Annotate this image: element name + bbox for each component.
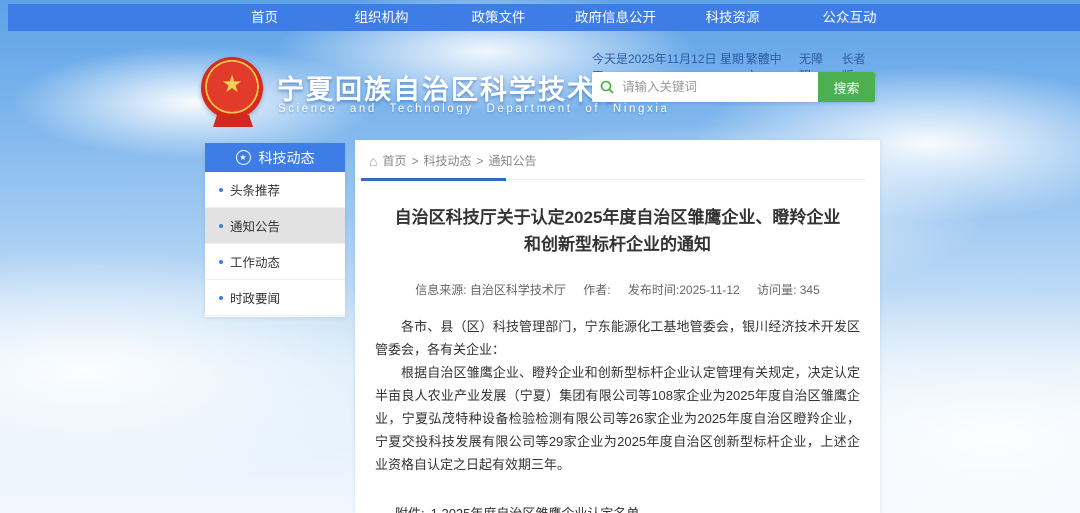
article-paragraph: 各市、县（区）科技管理部门，宁东能源化工基地管委会，银川经济技术开发区管委会，各… [375,315,860,361]
breadcrumb-notices[interactable]: 通知公告 [489,152,537,169]
breadcrumb-home[interactable]: 首页 [382,152,406,169]
attachments-list: 1.2025年度自治区雏鹰企业认定名单 2.2025年度自治区瞪羚企业认定名单 … [431,503,679,513]
breadcrumb-divider [355,178,866,181]
sidebar-item-label: 工作动态 [230,252,280,271]
bullet-dot-icon [219,296,223,300]
breadcrumb-separator: > [411,154,418,168]
article-meta: 信息来源: 自治区科学技术厅 作者: 发布时间:2025-11-12 访问量: … [355,281,880,298]
meta-publish-time: 发布时间:2025-11-12 [628,283,740,297]
sidebar-item-work-trends[interactable]: 工作动态 [205,244,345,280]
home-icon: ⌂ [369,154,377,168]
star-icon: ★ [221,73,243,97]
article-title-line1: 自治区科技厅关于认定2025年度自治区雏鹰企业、瞪羚企业 [355,204,880,231]
article-body: 各市、县（区）科技管理部门，宁东能源化工基地管委会，银川经济技术开发区管委会，各… [375,315,860,476]
nav-item-interaction[interactable]: 公众互动 [791,4,908,31]
nav-item-policy[interactable]: 政策文件 [440,4,557,31]
nav-item-resources[interactable]: 科技资源 [674,4,791,31]
bullet-dot-icon [219,224,223,228]
bullet-dot-icon [219,188,223,192]
sidebar-item-label: 时政要闻 [230,288,280,307]
attachment-link-1[interactable]: 1.2025年度自治区雏鹰企业认定名单 [431,503,679,513]
divider-blue-accent [361,178,506,181]
article-title: 自治区科技厅关于认定2025年度自治区雏鹰企业、瞪羚企业 和创新型标杆企业的通知 [355,204,880,258]
breadcrumb-tech-trends[interactable]: 科技动态 [424,152,472,169]
nav-item-home[interactable]: 首页 [206,4,323,31]
sidebar-header: ★ 科技动态 [205,143,345,172]
sidebar-item-label: 通知公告 [230,216,280,235]
meta-visits: 访问量: 345 [757,283,820,297]
sidebar-item-political-news[interactable]: 时政要闻 [205,280,345,316]
bullet-dot-icon [219,260,223,264]
sidebar-item-headlines[interactable]: 头条推荐 [205,172,345,208]
breadcrumb-separator: > [477,154,484,168]
sidebar-item-notices[interactable]: 通知公告 [205,208,345,244]
meta-source: 信息来源: 自治区科学技术厅 [415,283,566,297]
search-bar: 搜索 [592,72,875,102]
search-input[interactable] [622,80,818,94]
article-paragraph: 根据自治区雏鹰企业、瞪羚企业和创新型标杆企业认定管理有关规定，决定认定半亩良人农… [375,361,860,476]
site-title: 宁夏回族自治区科学技术厅 [277,68,625,107]
main-panel: ⌂ 首页 > 科技动态 > 通知公告 自治区科技厅关于认定2025年度自治区雏鹰… [355,140,880,513]
nav-item-gov-info[interactable]: 政府信息公开 [557,4,674,31]
article-title-line2: 和创新型标杆企业的通知 [355,231,880,258]
search-icon [592,80,622,94]
star-circle-icon: ★ [236,150,251,165]
national-emblem-logo: ★ [201,57,265,129]
top-nav: 首页 组织机构 政策文件 政府信息公开 科技资源 公众互动 [8,4,1080,31]
attachments-section: 附件: 1.2025年度自治区雏鹰企业认定名单 2.2025年度自治区瞪羚企业认… [395,503,880,513]
emblem-ribbon [213,115,253,127]
attachments-label: 附件: [395,503,425,513]
emblem-circle-icon: ★ [201,57,263,119]
page: 首页 组织机构 政策文件 政府信息公开 科技资源 公众互动 ★ 宁夏回族自治区科… [0,0,1080,513]
sidebar: ★ 科技动态 头条推荐 通知公告 工作动态 时政要闻 [205,143,345,317]
nav-item-organization[interactable]: 组织机构 [323,4,440,31]
sidebar-title: 科技动态 [259,148,315,168]
breadcrumb: ⌂ 首页 > 科技动态 > 通知公告 [355,140,880,169]
site-subtitle: Science and Technology Department of Nin… [278,103,669,115]
search-button[interactable]: 搜索 [818,72,875,102]
sidebar-item-label: 头条推荐 [230,180,280,199]
meta-author: 作者: [583,283,610,297]
